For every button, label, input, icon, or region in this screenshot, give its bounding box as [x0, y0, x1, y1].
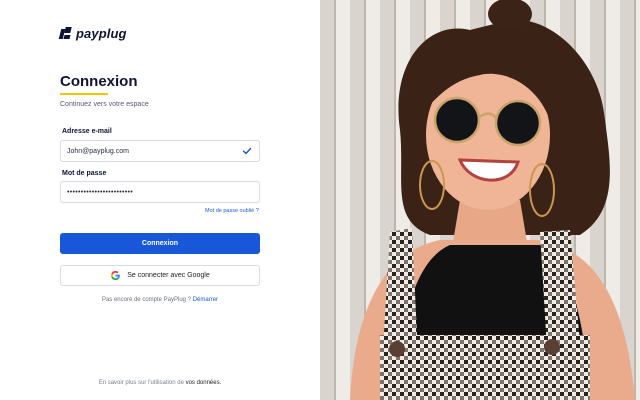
- signup-link[interactable]: Démarrer: [193, 297, 218, 303]
- payplug-logo-icon: [58, 26, 72, 41]
- email-value: John@payplug.com: [67, 147, 129, 155]
- hero-photo: [320, 0, 640, 400]
- title-underline: [60, 93, 108, 95]
- footer: En savoir plus sur l'utilisation de vos …: [0, 380, 320, 386]
- email-field[interactable]: John@payplug.com: [60, 140, 260, 162]
- login-button-label: Connexion: [141, 240, 179, 247]
- footer-text: En savoir plus sur l'utilisation de: [98, 380, 184, 386]
- brand-name: payplug: [76, 26, 127, 41]
- forgot-password-link[interactable]: Mot de passe oublié ?: [205, 208, 259, 214]
- check-icon: [242, 147, 252, 155]
- payplug-logo[interactable]: payplug: [58, 26, 127, 41]
- password-field[interactable]: ••••••••••••••••••••••••: [60, 181, 260, 203]
- data-usage-link[interactable]: vos données.: [186, 380, 222, 386]
- password-value: ••••••••••••••••••••••••: [67, 188, 134, 196]
- login-panel: payplug Connexion Continuez vers votre e…: [0, 0, 320, 400]
- signup-prompt: Pas encore de compte PayPlug ? Démarrer: [0, 297, 320, 303]
- google-login-label: Se connecter avec Google: [127, 272, 210, 279]
- google-icon: [111, 270, 121, 281]
- smiling-woman-image: [350, 0, 635, 400]
- login-button[interactable]: Connexion: [60, 233, 260, 254]
- email-label: Adresse e-mail: [62, 128, 112, 135]
- google-login-button[interactable]: Se connecter avec Google: [60, 265, 260, 286]
- page-subtitle: Continuez vers votre espace: [60, 101, 149, 108]
- page-title: Connexion: [60, 73, 138, 90]
- signup-text: Pas encore de compte PayPlug ?: [101, 297, 192, 303]
- password-label: Mot de passe: [62, 170, 107, 177]
